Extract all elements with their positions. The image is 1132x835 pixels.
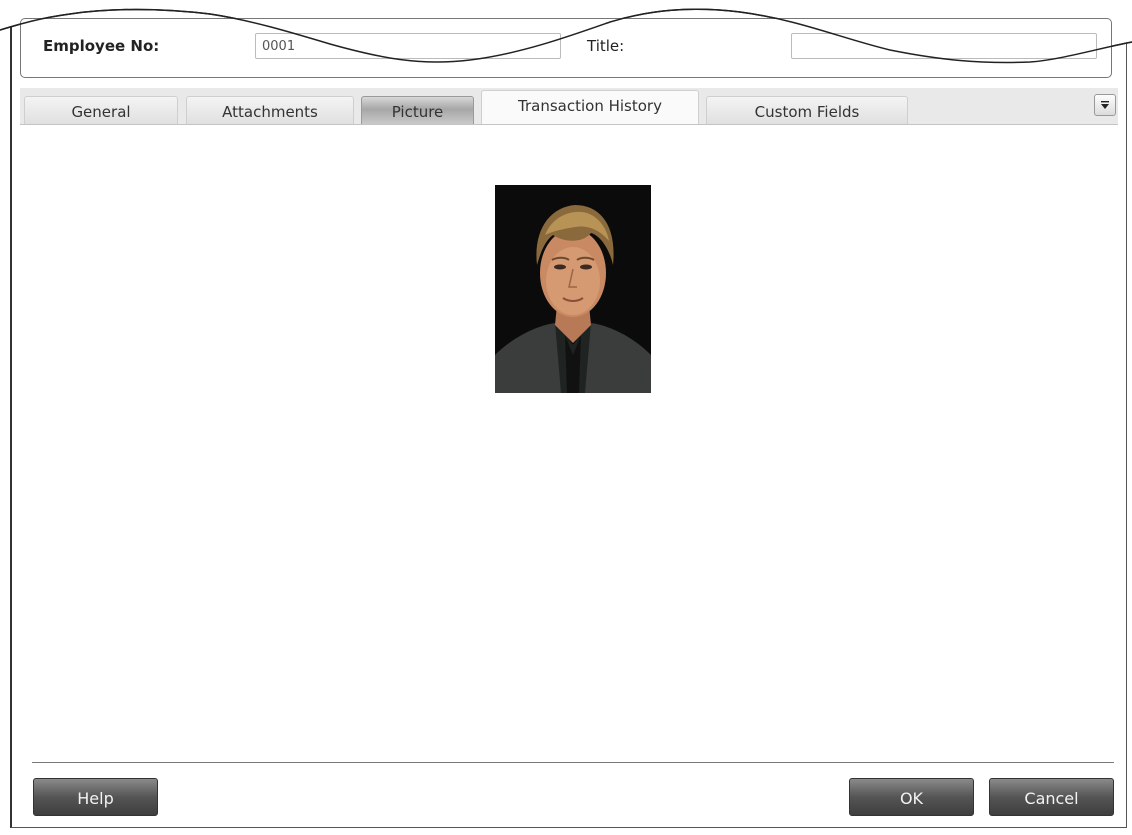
tab-custom-fields[interactable]: Custom Fields [706,96,908,124]
employee-no-label: Employee No: [43,37,160,55]
tab-overflow-button[interactable] [1094,94,1116,116]
cancel-button[interactable]: Cancel [989,778,1114,816]
triangle-down-icon [1101,101,1109,109]
portrait-image [495,185,651,393]
employee-no-field[interactable] [255,33,561,59]
employee-photo[interactable] [495,185,651,393]
tab-attachments[interactable]: Attachments [186,96,354,124]
title-label: Title: [587,37,625,55]
title-field[interactable] [791,33,1097,59]
tab-strip: General Attachments Picture Transaction … [20,88,1118,125]
help-button[interactable]: Help [33,778,158,816]
footer-divider [32,762,1114,763]
tab-picture[interactable]: Picture [361,96,474,124]
tab-transaction-history[interactable]: Transaction History [481,90,699,124]
employee-header: Employee No: Title: [20,18,1112,78]
tab-general[interactable]: General [24,96,178,124]
ok-button[interactable]: OK [849,778,974,816]
